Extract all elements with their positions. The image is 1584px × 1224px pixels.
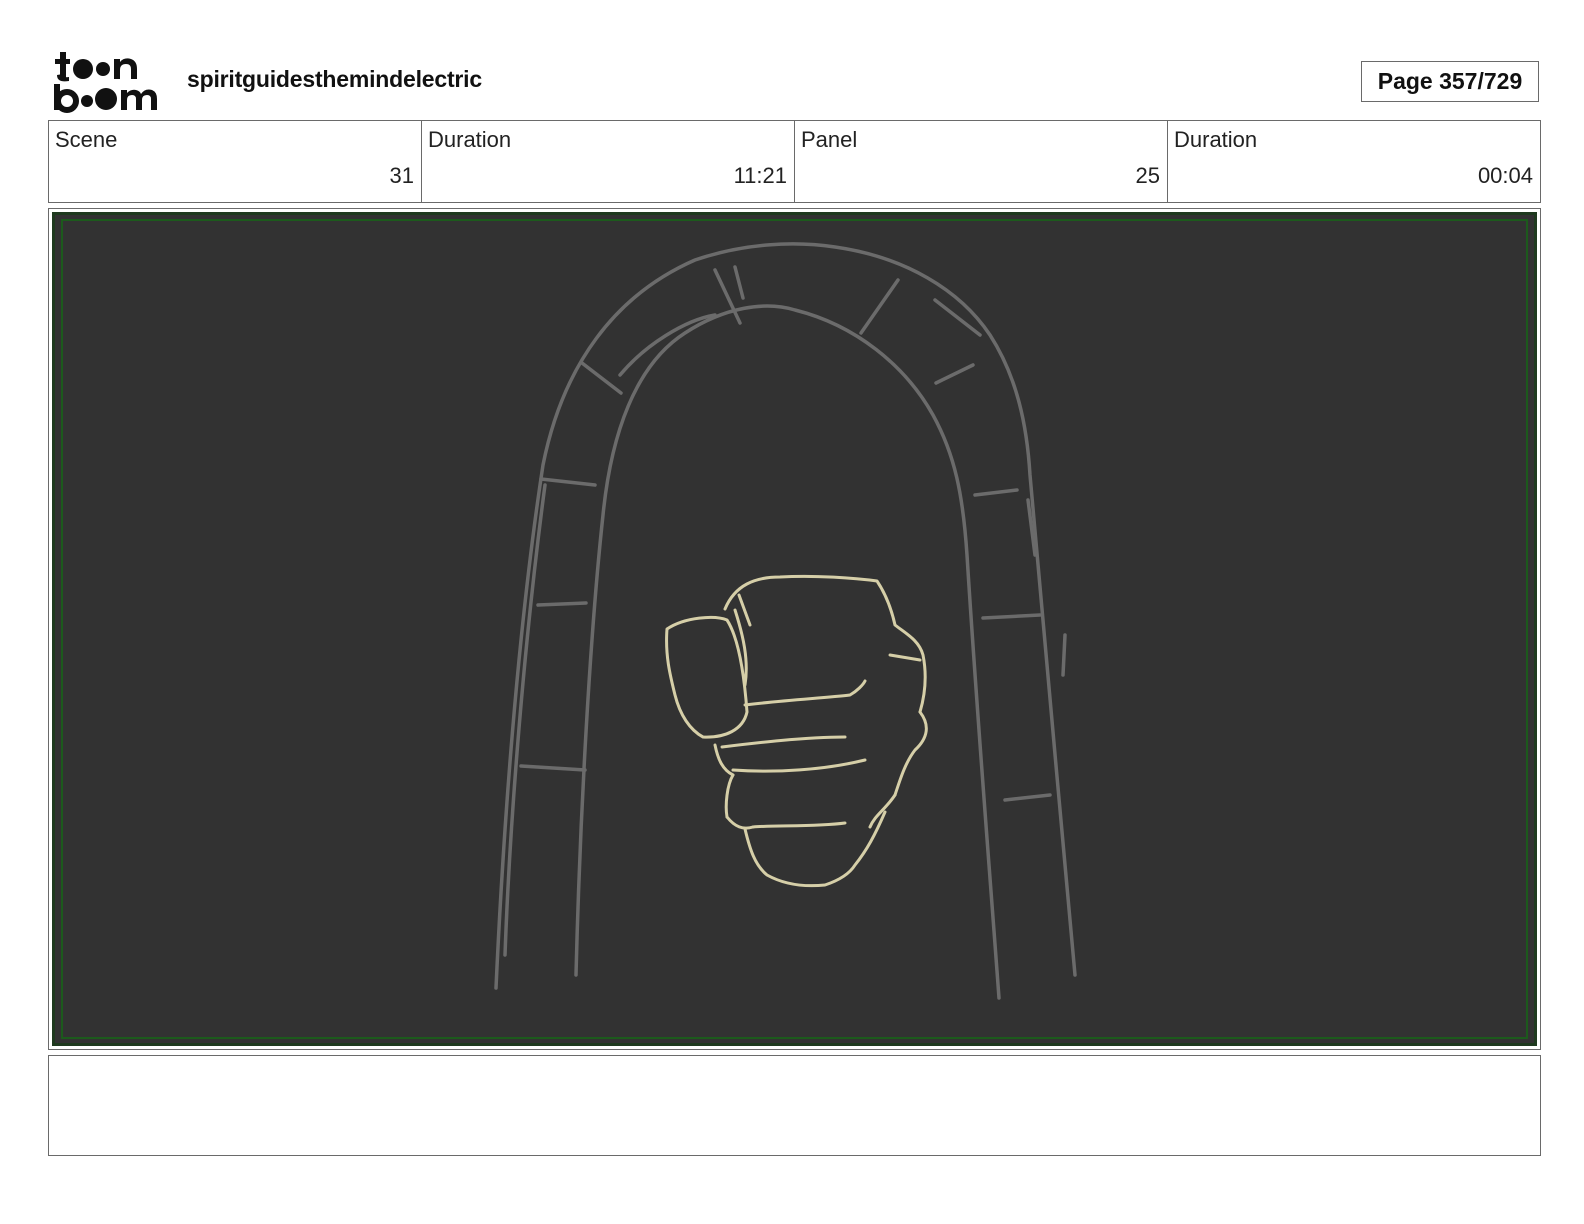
scene-label: Scene xyxy=(55,127,118,152)
toon-boom-logo: toon xyxy=(54,52,157,113)
page-indicator: Page 357/729 xyxy=(1361,61,1539,102)
stone-arch-sketch xyxy=(494,242,1077,1000)
scene-duration-cell: Duration 11:21 xyxy=(422,121,795,202)
panel-duration-cell: Duration 00:04 xyxy=(1168,121,1540,202)
scene-duration-label: Duration xyxy=(428,127,512,152)
project-title: spiritguidesthemindelectric xyxy=(187,66,482,92)
panel-label: Panel xyxy=(801,127,858,152)
panel-cell: Panel 25 xyxy=(795,121,1168,202)
panel-sketch xyxy=(494,242,1077,1000)
scene-value: 31 xyxy=(389,163,414,188)
panel-duration-value: 00:04 xyxy=(1477,163,1533,188)
scene-cell: Scene 31 xyxy=(49,121,422,202)
panel-notes-box xyxy=(48,1055,1541,1156)
panel-info-row: Scene 31 Duration 11:21 Panel 25 Duratio… xyxy=(48,120,1541,203)
panel-value: 25 xyxy=(1135,163,1160,188)
storyboard-panel-image xyxy=(52,212,1537,1046)
scene-duration-value: 11:21 xyxy=(733,163,787,188)
panel-duration-label: Duration xyxy=(1174,127,1258,152)
fist-sketch xyxy=(665,574,928,888)
